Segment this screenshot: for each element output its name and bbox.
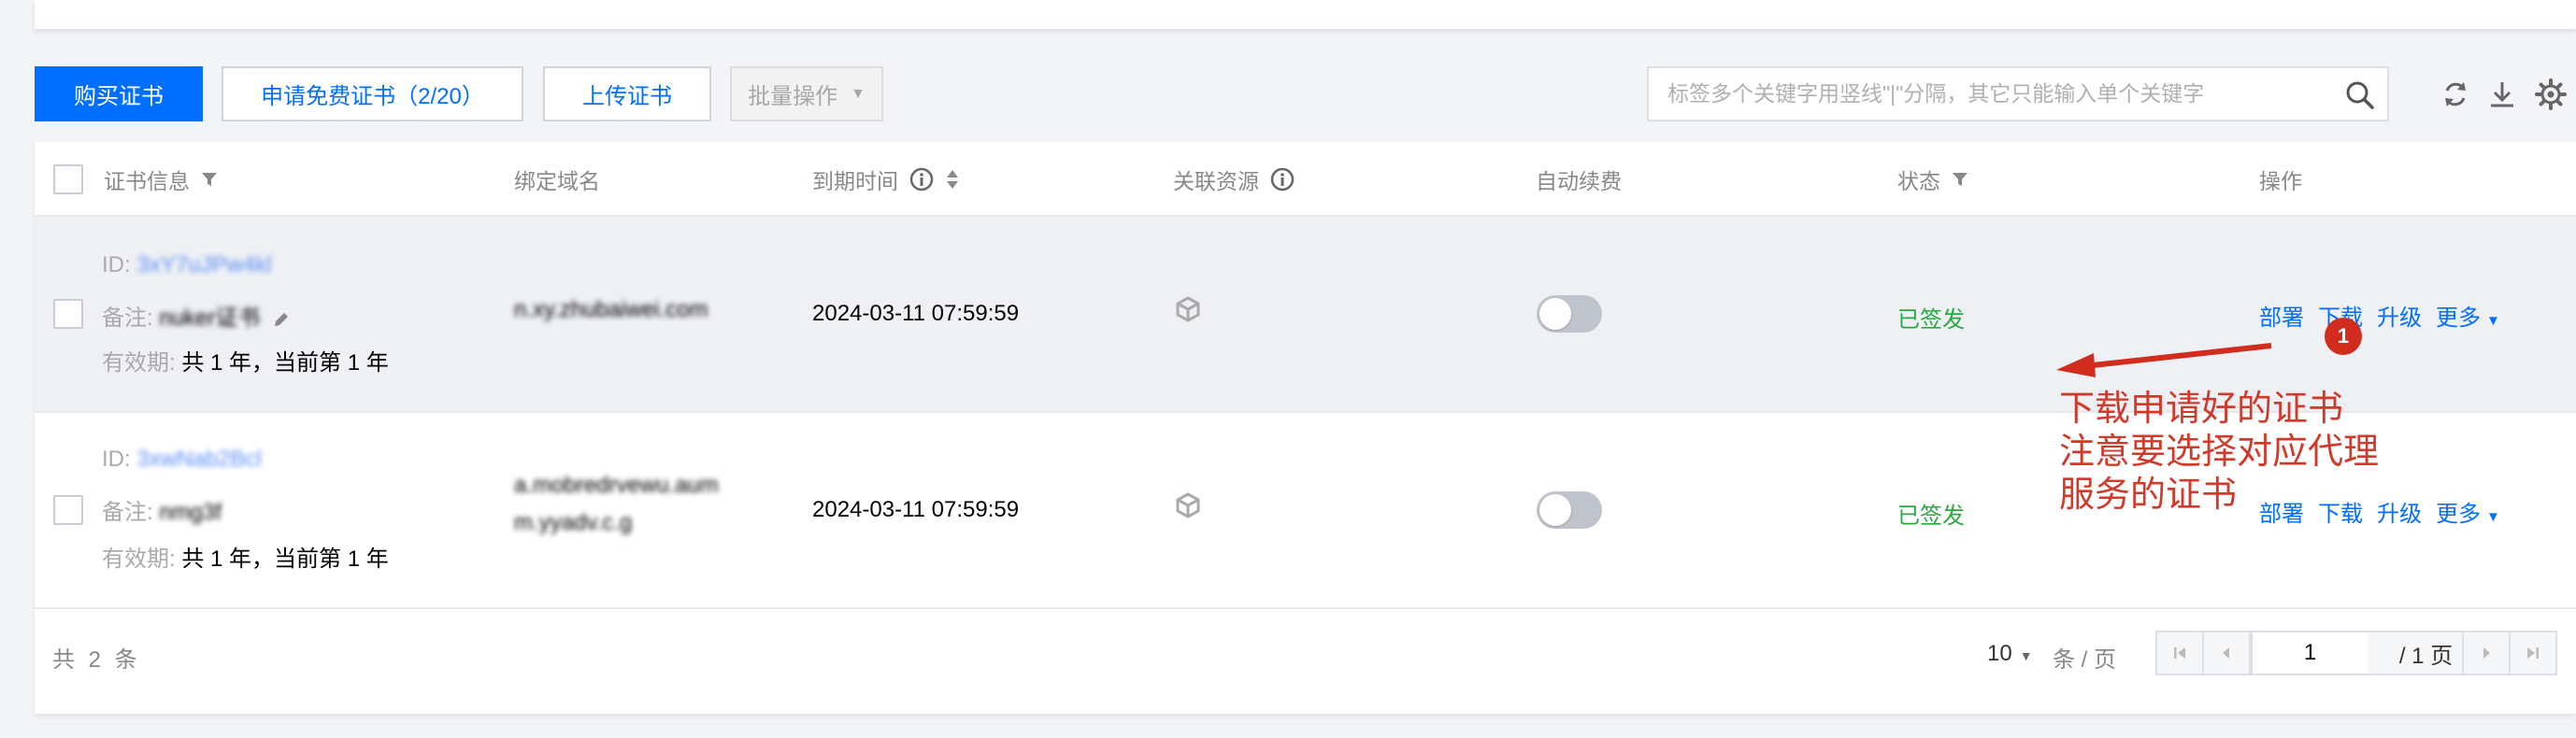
table-row: ID: 3xY7uJPw4kl 备注: nuker证书 有效期: 共 1 年，当… [35, 217, 2576, 413]
table-header: 证书信息 绑定域名 到期时间 关联资源 自动续费 状态 操作 [35, 142, 2576, 217]
cert-validity: 有效期: 共 1 年，当前第 1 年 [102, 546, 389, 572]
edit-icon[interactable] [272, 310, 291, 329]
batch-operation-dropdown[interactable]: 批量操作 ▼ [730, 66, 883, 121]
cert-remark: 备注: nuker证书 [102, 299, 291, 332]
bound-domain: a.mobredrvewu.aum [514, 473, 719, 498]
annotation-line: 注意要选择对应代理 [2059, 431, 2380, 472]
last-page-icon [2527, 647, 2539, 659]
more-dropdown[interactable]: 更多 ▼ [2436, 495, 2500, 528]
column-auto-renew: 自动续费 [1536, 169, 1622, 193]
expire-time: 2024-03-11 07:59:59 [812, 301, 1020, 326]
search-icon[interactable] [2344, 79, 2376, 111]
column-expire[interactable]: 到期时间 [812, 142, 960, 217]
refresh-icon[interactable] [2440, 78, 2471, 110]
auto-renew-toggle[interactable] [1537, 491, 1602, 529]
info-icon[interactable] [1270, 167, 1295, 192]
column-actions: 操作 [2259, 169, 2302, 193]
first-page-icon [2174, 647, 2185, 659]
more-dropdown[interactable]: 更多 ▼ [2436, 299, 2500, 332]
chevron-left-icon [2223, 647, 2229, 659]
upgrade-link[interactable]: 升级 [2377, 495, 2422, 528]
page-size-select[interactable]: 10 ▼ [1987, 641, 2033, 667]
download-icon[interactable] [2486, 78, 2518, 110]
column-cert-info[interactable]: 证书信息 [104, 142, 218, 217]
annotation-line: 服务的证书 [2059, 474, 2238, 515]
column-status[interactable]: 状态 [1897, 142, 1968, 217]
filter-icon[interactable] [201, 171, 218, 188]
upload-certificate-button[interactable]: 上传证书 [543, 66, 711, 121]
total-count: 共 2 条 [52, 647, 141, 673]
caret-down-icon: ▼ [851, 85, 866, 102]
sort-icon[interactable] [945, 168, 960, 191]
caret-down-icon: ▼ [2019, 648, 2033, 663]
next-page-button[interactable] [2462, 631, 2511, 675]
cube-icon [1176, 492, 1200, 518]
page-number-input[interactable] [2251, 631, 2369, 675]
cert-id-link[interactable]: 3xY7uJPw4kl [136, 252, 271, 277]
annotation-line: 下载申请好的证书 [2059, 388, 2344, 429]
prev-page-button[interactable] [2202, 631, 2251, 675]
deploy-link[interactable]: 部署 [2259, 299, 2304, 332]
caret-down-icon: ▼ [2486, 509, 2500, 525]
annotation-text: 下载申请好的证书 注意要选择对应代理 服务的证书 [2059, 387, 2379, 516]
search-input[interactable] [1649, 68, 2312, 120]
search-box [1647, 66, 2389, 121]
page-size-unit: 条 / 页 [2053, 647, 2117, 673]
upgrade-link[interactable]: 升级 [2377, 299, 2422, 332]
annotation-badge: 1 [2325, 318, 2362, 355]
select-all-checkbox[interactable] [53, 164, 83, 194]
chevron-right-icon [2483, 647, 2490, 659]
bound-domain: m.yyadv.c.g [514, 510, 633, 535]
caret-down-icon: ▼ [2486, 313, 2500, 329]
cert-id: ID: 3xwNab2Bcl [102, 447, 262, 472]
last-page-button[interactable] [2509, 631, 2557, 675]
status-badge: 已签发 [1897, 307, 1965, 333]
toggle-knob [1539, 298, 1571, 330]
row-checkbox[interactable] [53, 495, 83, 525]
cert-validity: 有效期: 共 1 年，当前第 1 年 [102, 350, 389, 376]
apply-free-certificate-button[interactable]: 申请免费证书（2/20） [222, 66, 523, 121]
column-resource: 关联资源 [1173, 142, 1295, 217]
bound-domain: n.xy.zhubaiwei.com [514, 297, 708, 322]
toggle-knob [1539, 494, 1571, 526]
filter-icon[interactable] [1952, 171, 1968, 188]
cert-id-link[interactable]: 3xwNab2Bcl [136, 447, 261, 472]
expire-time: 2024-03-11 07:59:59 [812, 497, 1020, 522]
row-checkbox[interactable] [53, 299, 83, 329]
cube-icon [1176, 296, 1200, 322]
auto-renew-toggle[interactable] [1537, 295, 1602, 333]
top-panel [35, 0, 2576, 29]
status-badge: 已签发 [1897, 504, 1965, 529]
column-domain: 绑定域名 [514, 169, 600, 193]
cert-remark: 备注: nmg3f [102, 500, 222, 525]
cert-id: ID: 3xY7uJPw4kl [102, 252, 272, 277]
first-page-button[interactable] [2155, 631, 2204, 675]
buy-certificate-button[interactable]: 购买证书 [35, 66, 203, 121]
info-icon[interactable] [909, 167, 934, 192]
settings-gear-icon[interactable] [2535, 78, 2567, 110]
batch-operation-label: 批量操作 [748, 84, 838, 109]
